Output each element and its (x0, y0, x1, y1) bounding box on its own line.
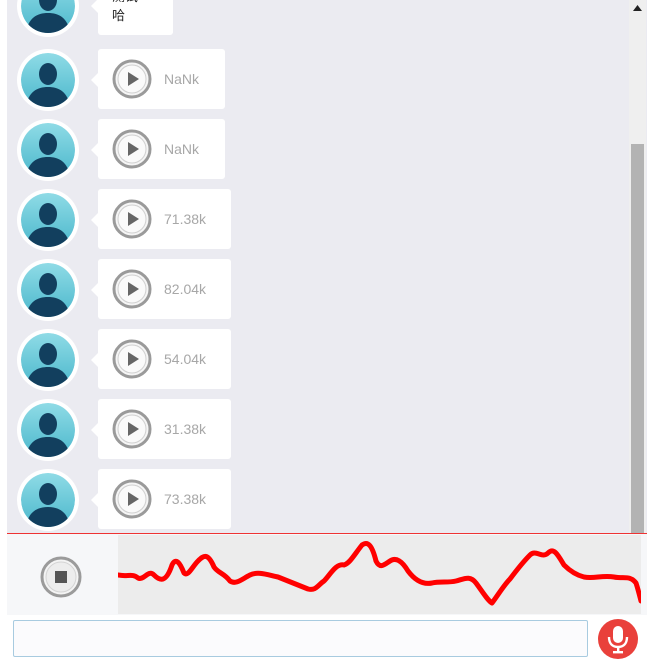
message-text: 测试一哈 (112, 0, 151, 23)
user-silhouette-icon (21, 473, 75, 527)
text-bubble[interactable]: 测试一哈 (91, 0, 173, 35)
user-silhouette-icon (21, 263, 75, 317)
vertical-scrollbar[interactable] (629, 0, 646, 533)
microphone-icon (607, 626, 629, 654)
avatar (17, 329, 79, 391)
play-icon[interactable] (112, 59, 152, 99)
voice-bubble: 73.38k (91, 469, 231, 529)
voice-bubble: NaNk (91, 119, 225, 179)
voice-bubble: 71.38k (91, 189, 231, 249)
user-silhouette-icon (21, 333, 75, 387)
play-icon[interactable] (112, 199, 152, 239)
chat-window: 测试一哈 NaNk (7, 0, 647, 661)
avatar (17, 399, 79, 461)
play-icon[interactable] (112, 409, 152, 449)
play-icon[interactable] (112, 129, 152, 169)
input-bar (7, 615, 647, 661)
voice-message: NaNk (17, 49, 317, 113)
message-list[interactable]: 测试一哈 NaNk (7, 0, 647, 533)
voice-message: 73.38k (17, 469, 317, 533)
voice-message: 71.38k (17, 189, 317, 253)
voice-message: 54.04k (17, 329, 317, 393)
voice-duration: 54.04k (164, 351, 207, 367)
avatar (17, 259, 79, 321)
message-item: 测试一哈 (17, 0, 317, 39)
voice-bubble: 31.38k (91, 399, 231, 459)
scroll-up-arrow-icon[interactable] (629, 0, 646, 16)
voice-message: 82.04k (17, 259, 317, 323)
mic-button[interactable] (598, 619, 638, 659)
voice-message: NaNk (17, 119, 317, 183)
voice-duration: 73.38k (164, 491, 207, 507)
play-icon[interactable] (112, 479, 152, 519)
message-input[interactable] (13, 620, 588, 657)
avatar (17, 469, 79, 531)
user-silhouette-icon (21, 53, 75, 107)
avatar (17, 119, 79, 181)
avatar (17, 0, 79, 37)
voice-duration: NaNk (164, 141, 200, 157)
waveform-line (118, 541, 641, 606)
scrollbar-thumb[interactable] (631, 144, 644, 533)
user-silhouette-icon (21, 0, 75, 33)
voice-duration: 71.38k (164, 211, 207, 227)
voice-bubble: NaNk (91, 49, 225, 109)
voice-bubble: 54.04k (91, 329, 231, 389)
play-icon[interactable] (112, 269, 152, 309)
voice-bubble: 82.04k (91, 259, 231, 319)
user-silhouette-icon (21, 403, 75, 457)
avatar (17, 49, 79, 111)
avatar (17, 189, 79, 251)
user-silhouette-icon (21, 123, 75, 177)
stop-icon[interactable] (40, 556, 82, 598)
voice-duration: 31.38k (164, 421, 207, 437)
recording-panel (7, 533, 647, 615)
voice-duration: 82.04k (164, 281, 207, 297)
play-icon[interactable] (112, 339, 152, 379)
voice-duration: NaNk (164, 71, 200, 87)
waveform-display (118, 535, 641, 614)
voice-message: 31.38k (17, 399, 317, 463)
user-silhouette-icon (21, 193, 75, 247)
